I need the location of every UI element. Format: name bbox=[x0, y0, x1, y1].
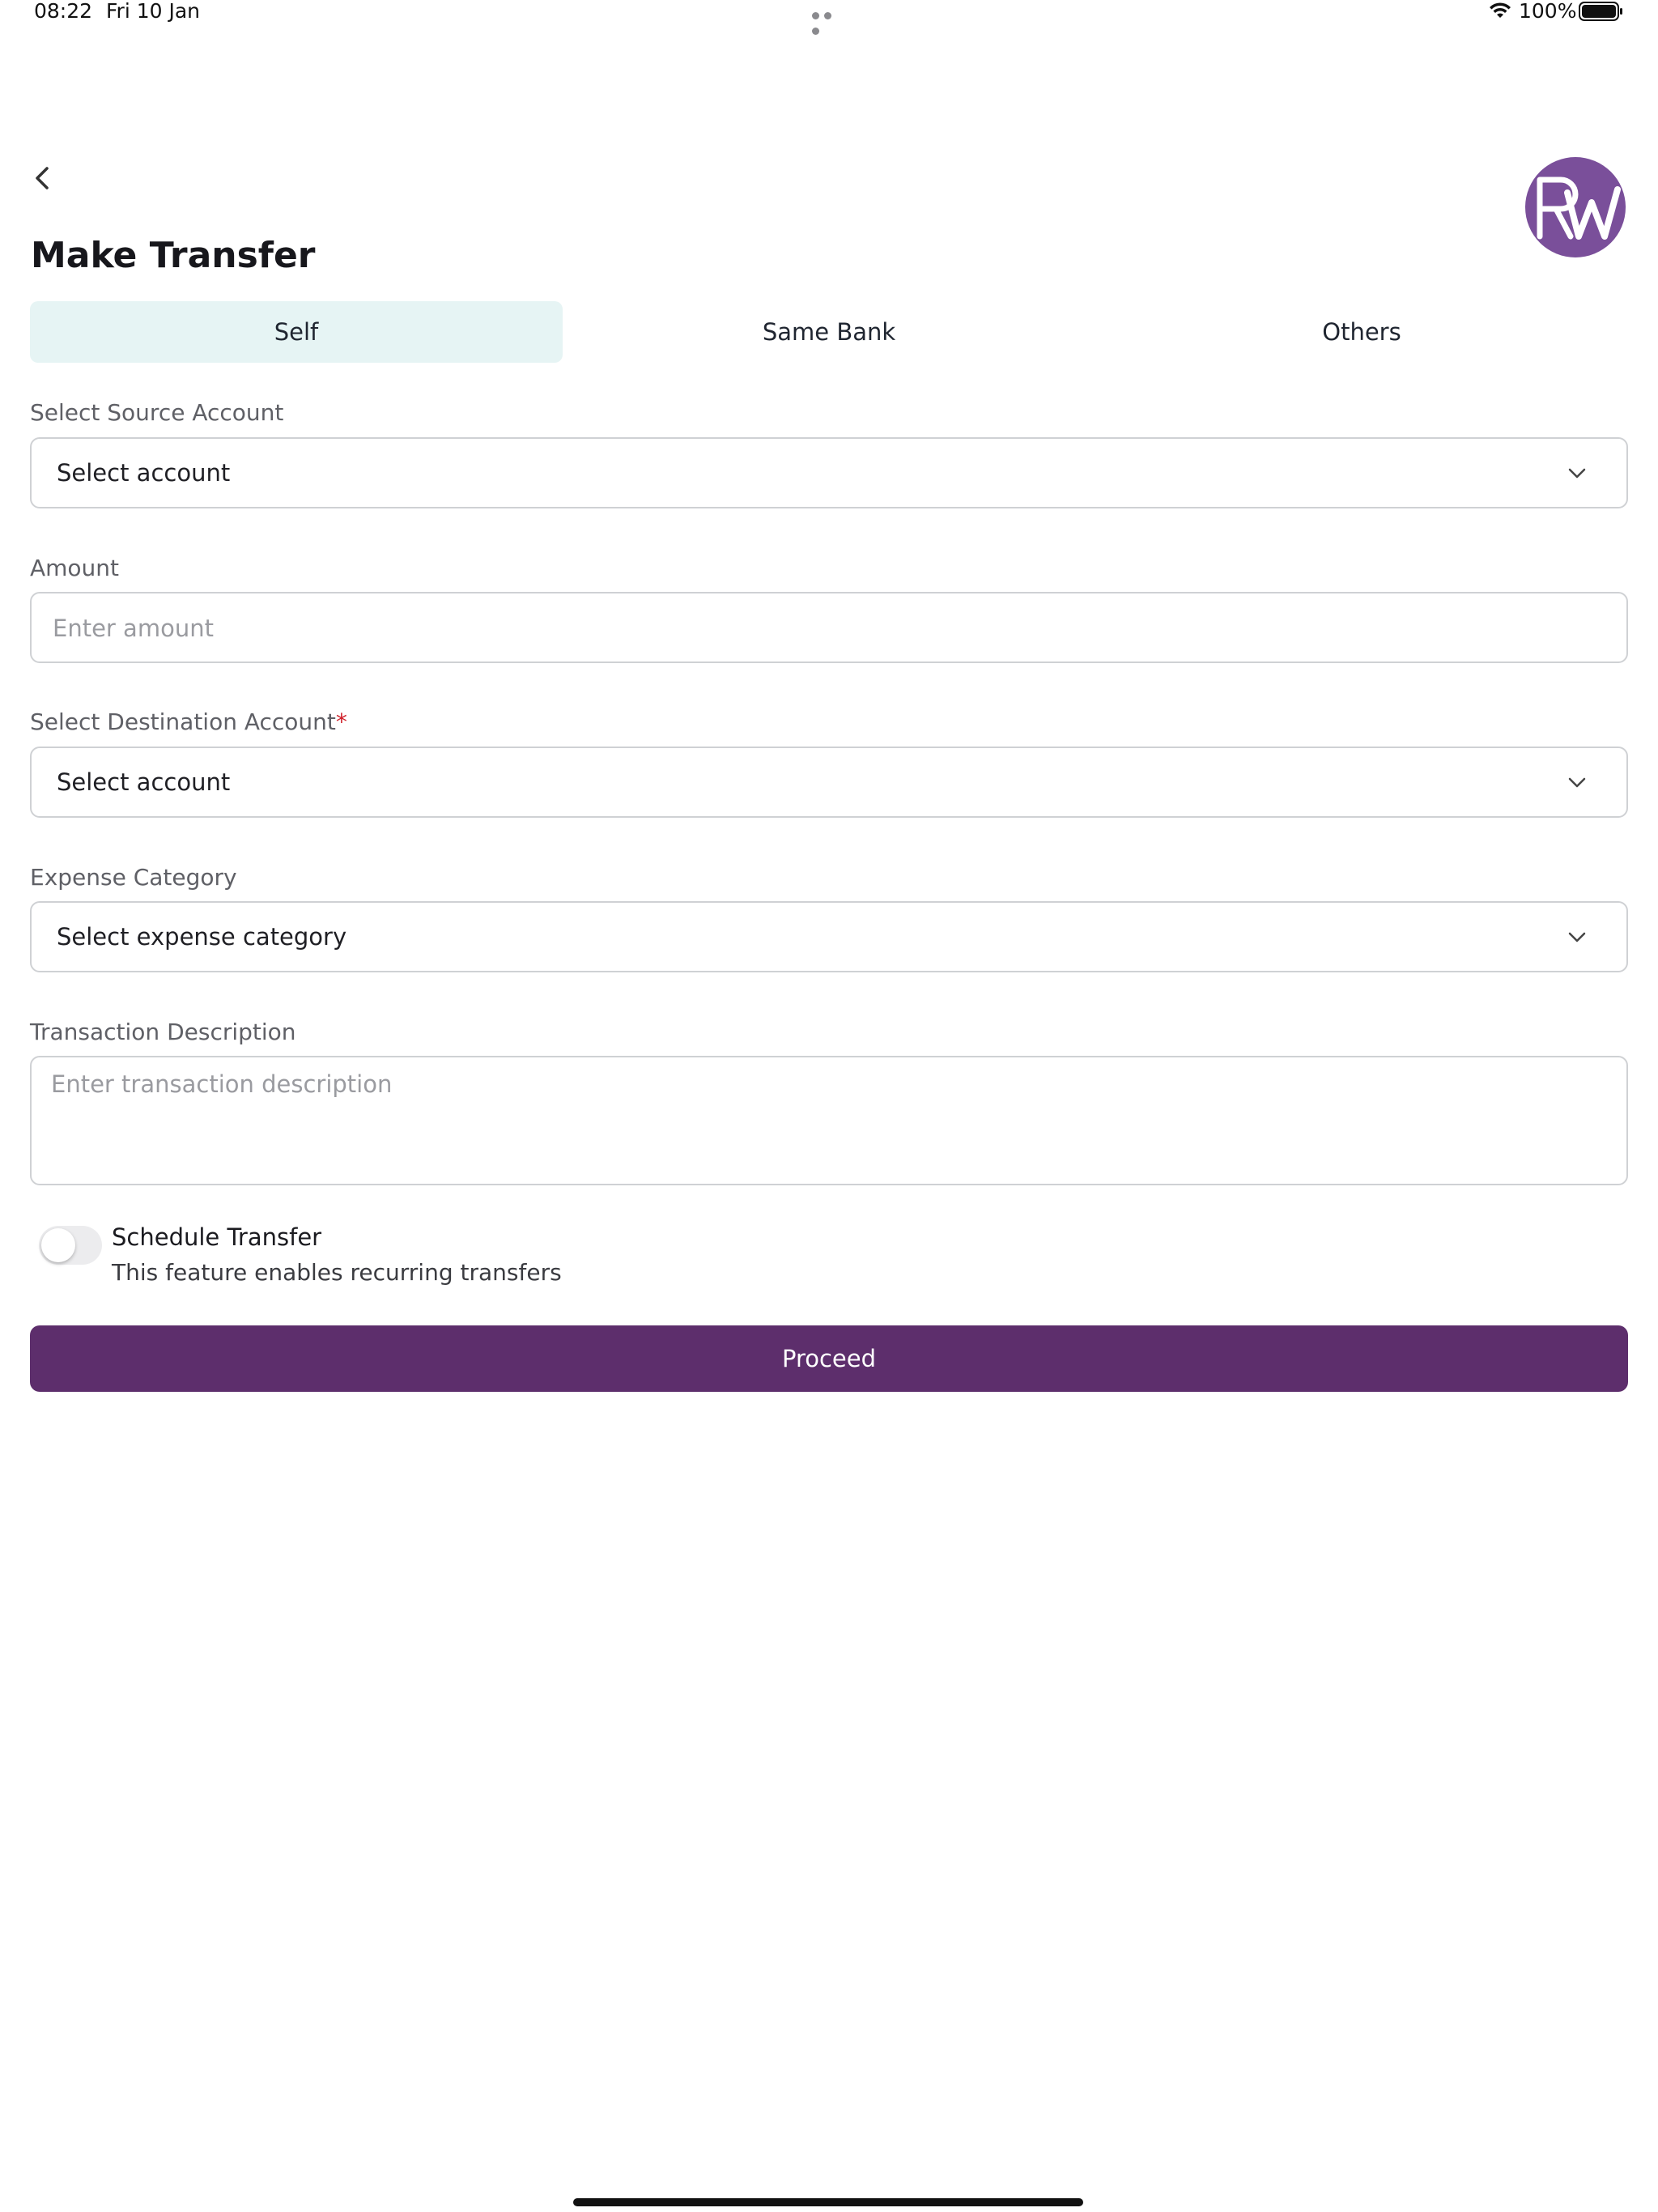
destination-account-select[interactable]: Select account bbox=[30, 747, 1628, 818]
schedule-transfer-toggle[interactable] bbox=[39, 1226, 102, 1265]
description-textarea[interactable] bbox=[51, 1070, 1607, 1171]
tab-same-bank[interactable]: Same Bank bbox=[563, 301, 1095, 363]
back-chevron-icon[interactable] bbox=[31, 162, 55, 194]
battery-percentage: 100% bbox=[1519, 0, 1577, 23]
toggle-knob bbox=[41, 1228, 75, 1262]
destination-account-label: Select Destination Account* bbox=[30, 708, 347, 737]
amount-input[interactable] bbox=[51, 593, 1610, 663]
expense-category-value: Select expense category bbox=[57, 923, 347, 951]
chevron-down-icon bbox=[1568, 468, 1586, 479]
source-account-label: Select Source Account bbox=[30, 399, 284, 426]
battery-icon bbox=[1579, 2, 1622, 21]
chevron-down-icon bbox=[1568, 777, 1586, 788]
schedule-transfer-title: Schedule Transfer bbox=[112, 1223, 322, 1251]
description-field bbox=[30, 1056, 1628, 1185]
expense-category-select[interactable]: Select expense category bbox=[30, 901, 1628, 972]
proceed-button[interactable]: Proceed bbox=[30, 1325, 1628, 1392]
amount-field bbox=[30, 592, 1628, 663]
wifi-icon bbox=[1490, 2, 1511, 18]
amount-label: Amount bbox=[30, 555, 120, 581]
status-time: 08:22 bbox=[34, 0, 93, 23]
status-date: Fri 10 Jan bbox=[106, 0, 201, 23]
expense-category-label: Expense Category bbox=[30, 864, 237, 891]
description-label: Transaction Description bbox=[30, 1019, 296, 1045]
chevron-down-icon bbox=[1568, 932, 1586, 942]
required-marker: * bbox=[335, 708, 347, 735]
source-account-value: Select account bbox=[57, 459, 231, 487]
multitasking-dots-icon[interactable] bbox=[812, 7, 848, 35]
home-indicator[interactable] bbox=[573, 2198, 1083, 2206]
tab-others[interactable]: Others bbox=[1095, 301, 1628, 363]
destination-account-label-text: Select Destination Account bbox=[30, 708, 336, 735]
schedule-transfer-description: This feature enables recurring transfers bbox=[112, 1259, 562, 1286]
source-account-select[interactable]: Select account bbox=[30, 437, 1628, 508]
destination-account-value: Select account bbox=[57, 768, 231, 796]
brand-logo bbox=[1525, 157, 1626, 257]
tab-self[interactable]: Self bbox=[30, 301, 563, 363]
page-title: Make Transfer bbox=[31, 235, 316, 276]
